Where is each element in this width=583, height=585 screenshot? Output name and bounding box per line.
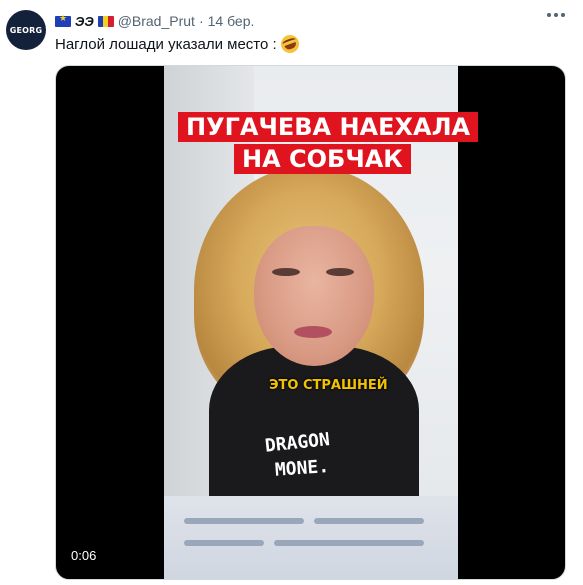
mouth [294,326,332,338]
author-handle[interactable]: @Brad_Prut [118,13,195,29]
blurred-screen [164,496,458,579]
more-horizontal-icon[interactable] [547,13,565,17]
watermark-logo: DRAGON MONE. [264,429,331,481]
avatar-label: GEORG [9,25,43,35]
video-title-line2: НА СОБЧАК [234,144,411,174]
video-title-line1: ПУГАЧЕВА НАЕХАЛА [178,112,479,142]
tweet-header: ЭЭ @Brad_Prut · 14 бер. [55,12,254,30]
right-eye [326,268,354,276]
watermark-line1: DRAGON [264,429,331,457]
tweet-text-content: Наглой лошади указали место : [55,35,277,53]
video-caption: ЭТО СТРАШНЕЙ [269,378,388,393]
eu-flag-icon [55,13,71,27]
video-player[interactable]: ПУГАЧЕВА НАЕХАЛА НА СОБЧАК ЭТО СТРАШНЕЙ … [55,65,566,580]
separator-dot: · [198,13,204,29]
video-timestamp: 0:06 [66,546,102,565]
watermark-line2: MONE. [274,456,330,481]
face-shape [254,226,374,366]
romania-flag-icon [97,15,114,27]
avatar[interactable]: GEORG [6,10,46,50]
tweet-text: Наглой лошади указали место : [55,32,302,56]
left-eye [272,268,300,276]
rofl-emoji-icon [278,32,302,56]
tweet-card[interactable]: GEORG ЭЭ @Brad_Prut · 14 бер. Наглой лош… [0,0,583,585]
tweet-date[interactable]: 14 бер. [208,13,255,29]
author-name[interactable]: ЭЭ [75,14,94,29]
